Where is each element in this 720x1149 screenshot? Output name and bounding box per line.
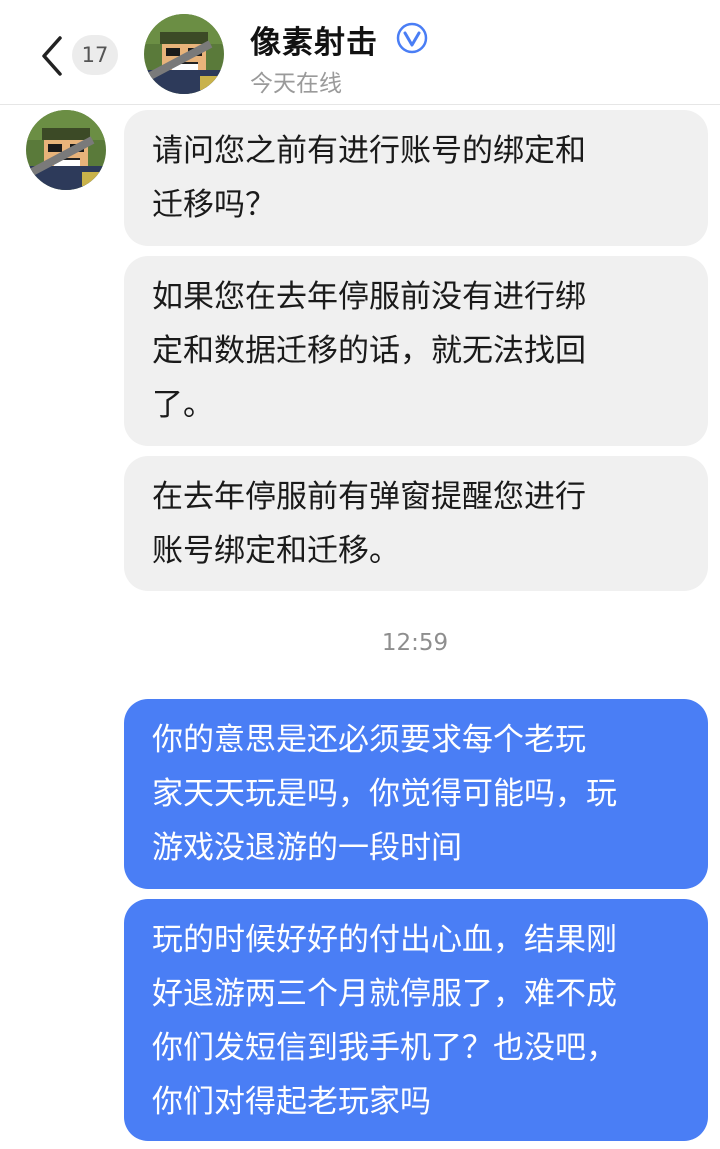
message-line: 迁移吗？ — [152, 187, 276, 223]
message-bubble-outgoing[interactable]: 玩的时候好好的付出心血，结果刚 好退游两三个月就停服了，难不成 你们发短信到我手… — [124, 899, 708, 1141]
message-line: 定和数据迁移的话，就无法找回 — [152, 333, 586, 369]
pixel-character-icon — [26, 110, 106, 190]
contact-name: 像素射击 — [250, 25, 378, 61]
message-line: 请问您之前有进行账号的绑定和 — [152, 133, 586, 169]
message-line: 在去年停服前有弹窗提醒您进行 — [152, 479, 586, 515]
message-line: 好退游两三个月就停服了，难不成 — [152, 976, 617, 1012]
verified-badge-icon — [396, 22, 428, 54]
message-line: 玩的时候好好的付出心血，结果刚 — [152, 922, 617, 958]
message-line: 你的意思是还必须要求每个老玩 — [152, 722, 586, 758]
verified-badge — [396, 22, 428, 54]
chevron-left-icon — [42, 36, 62, 76]
message-line: 游戏没退游的一段时间 — [152, 830, 462, 866]
message-line: 你们对得起老玩家吗 — [152, 1084, 431, 1120]
pixel-character-icon — [144, 14, 224, 94]
sender-avatar[interactable] — [26, 110, 106, 190]
message-bubble-incoming[interactable]: 在去年停服前有弹窗提醒您进行 账号绑定和迁移。 — [124, 456, 708, 591]
message-line: 如果您在去年停服前没有进行绑 — [152, 279, 586, 315]
message-line: 家天天玩是吗，你觉得可能吗，玩 — [152, 776, 617, 812]
chat-header: 17 像素射击 今天在线 — [0, 0, 720, 105]
back-button[interactable] — [36, 34, 68, 78]
message-timestamp: 12:59 — [381, 630, 449, 656]
message-line: 了。 — [152, 387, 214, 423]
message-bubble-incoming[interactable]: 请问您之前有进行账号的绑定和 迁移吗？ — [124, 110, 708, 246]
message-bubble-incoming[interactable]: 如果您在去年停服前没有进行绑 定和数据迁移的话，就无法找回 了。 — [124, 256, 708, 446]
message-line: 账号绑定和迁移。 — [152, 533, 400, 569]
message-line: 你们发短信到我手机了？也没吧， — [152, 1030, 617, 1066]
online-status: 今天在线 — [250, 71, 342, 97]
message-bubble-outgoing[interactable]: 你的意思是还必须要求每个老玩 家天天玩是吗，你觉得可能吗，玩 游戏没退游的一段时… — [124, 699, 708, 889]
unread-count-badge[interactable]: 17 — [72, 35, 118, 75]
contact-avatar[interactable] — [144, 14, 224, 94]
